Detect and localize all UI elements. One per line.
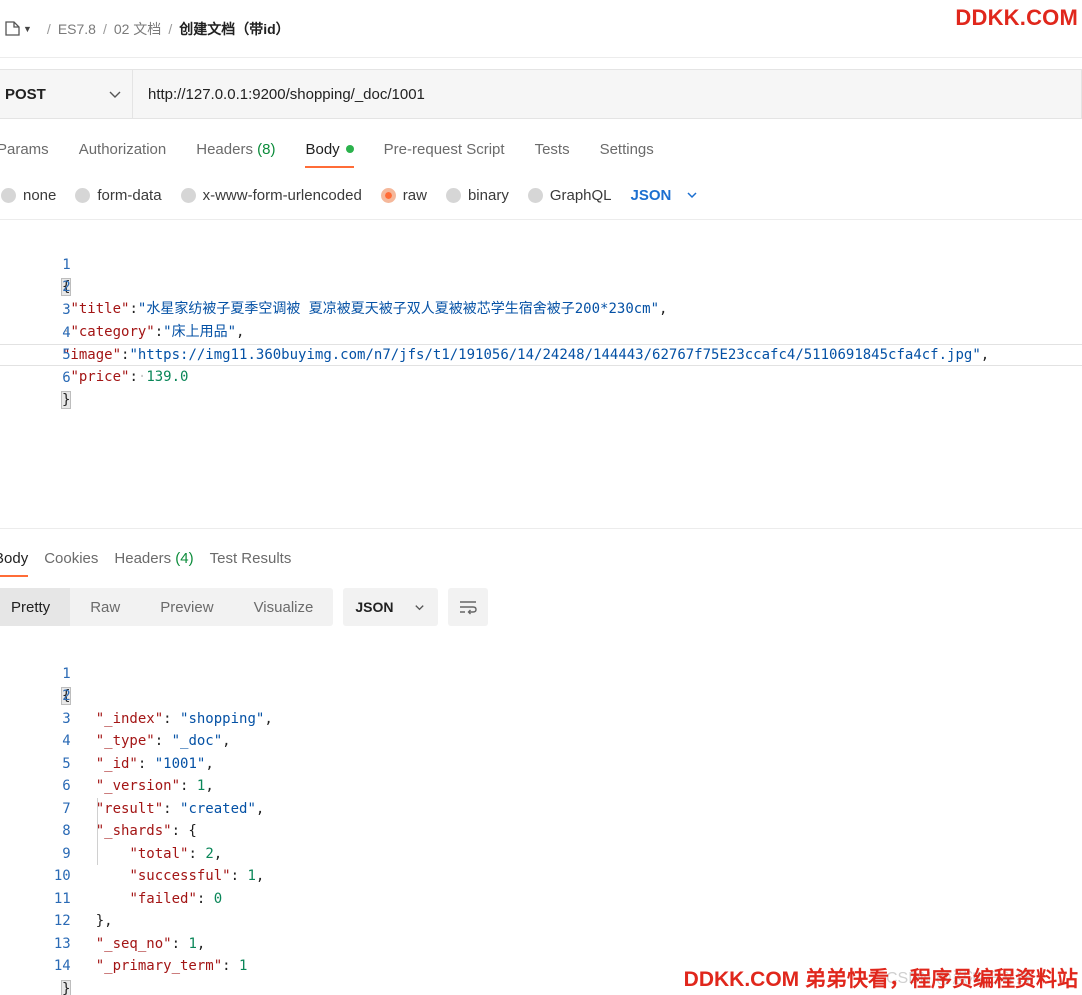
json-number-value: 1 [239, 958, 248, 974]
code-line: 9 "successful": 1, [0, 820, 1082, 885]
tab-params[interactable]: Params [0, 141, 49, 158]
method-label: POST [5, 85, 46, 103]
request-tabs: Params Authorization Headers (8) Body Pr… [0, 134, 684, 168]
tab-headers-label: Headers [196, 140, 253, 158]
code-line: 7 "_shards": { [0, 775, 1082, 840]
chevron-down-icon [687, 192, 697, 199]
json-key: "_primary_term" [95, 958, 223, 974]
json-key: "price" [70, 369, 130, 385]
response-format-label: JSON [355, 599, 394, 615]
tab-response-headers-label: Headers [114, 549, 172, 567]
tab-body-label: Body [305, 140, 340, 158]
radio-circle-selected [380, 187, 396, 203]
tab-response-body[interactable]: Body [0, 550, 29, 577]
request-body-editor[interactable]: 1 { 2 ·"title":"水星家纺被子夏季空调被 夏凉被夏天被子双人夏被被… [0, 219, 1082, 529]
code-line: 4 "_id": "1001", [0, 708, 1082, 772]
radio-graphql-label: GraphQL [549, 186, 612, 204]
code-line: 1 { [0, 640, 1082, 705]
body-type-options: none form-data x-www-form-urlencoded raw… [0, 182, 699, 208]
tab-settings[interactable]: Settings [600, 141, 654, 158]
radio-binary-label: binary [467, 186, 509, 204]
breadcrumb-item-es78[interactable]: ES7.8 [58, 21, 96, 37]
tab-body[interactable]: Body [305, 140, 354, 168]
breadcrumb-separator: / [46, 20, 51, 37]
view-preview[interactable]: Preview [140, 588, 233, 626]
response-tabs: Body Cookies Headers (4) Test Results [0, 543, 307, 577]
code-line: 8 "total": 2, [0, 798, 1082, 862]
code-line: 13 "_primary_term": 1 [0, 910, 1082, 975]
url-input[interactable]: http://127.0.0.1:9200/shopping/_doc/1001 [133, 86, 425, 103]
watermark-bottom: DDKK.COM 弟弟快看，程序员编程资料站 [683, 968, 1078, 991]
radio-circle [75, 187, 91, 203]
code-line: 12 "_seq_no": 1, [0, 888, 1082, 952]
method-select[interactable]: POST [0, 70, 133, 118]
body-indicator-dot [345, 144, 354, 153]
radio-none-label: none [23, 186, 57, 204]
tab-authorization[interactable]: Authorization [79, 141, 167, 158]
code-line: 2 ·"title":"水星家纺被子夏季空调被 夏凉被夏天被子双人夏被被芯学生宿… [0, 254, 1082, 317]
radio-circle [527, 187, 543, 203]
close-brace: } [60, 979, 72, 995]
breadcrumb-item-docs[interactable]: 02 文档 [114, 19, 161, 39]
tab-tests[interactable]: Tests [535, 141, 570, 158]
watermark-top: DDKK.COM [955, 5, 1078, 30]
view-raw[interactable]: Raw [70, 588, 140, 626]
code-line: 3 ·"category":"床上用品", [0, 277, 1082, 340]
body-format-label: JSON [630, 186, 672, 204]
radio-raw-label: raw [402, 186, 427, 204]
breadcrumb-separator: / [168, 20, 173, 37]
body-format-select[interactable]: JSON [631, 187, 700, 204]
line-number: 6 [62, 370, 71, 386]
code-line-active: 6 } [0, 344, 1082, 409]
wrap-lines-icon [460, 601, 478, 615]
chevron-down-icon [415, 604, 425, 610]
radio-graphql[interactable]: GraphQL [527, 186, 612, 204]
tab-prerequest-script[interactable]: Pre-request Script [384, 141, 505, 158]
radio-circle [1, 187, 16, 203]
radio-urlencoded[interactable]: x-www-form-urlencoded [180, 186, 362, 204]
radio-urlencoded-label: x-www-form-urlencoded [202, 186, 362, 204]
radio-binary[interactable]: binary [445, 186, 509, 204]
response-view-bar: Pretty Raw Preview Visualize JSON [0, 588, 489, 626]
code-line: 3 "_type": "_doc", [0, 685, 1082, 750]
caret-down-icon[interactable]: ▼ [23, 24, 32, 34]
tab-test-results[interactable]: Test Results [210, 550, 292, 567]
tab-headers[interactable]: Headers (8) [196, 141, 275, 158]
radio-none[interactable]: none [0, 187, 56, 204]
code-line: 11 }, [0, 865, 1082, 930]
radio-raw[interactable]: raw [380, 186, 427, 204]
radio-form-data-label: form-data [97, 186, 162, 204]
url-bar: POST http://127.0.0.1:9200/shopping/_doc… [0, 69, 1082, 119]
radio-circle [180, 187, 196, 203]
response-headers-count: (4) [175, 549, 194, 567]
code-line: 1 { [0, 232, 1082, 296]
line-number: 14 [53, 958, 71, 974]
code-line: 4 "image":"https://img11.360buyimg.com/n… [0, 300, 1082, 363]
response-format-select[interactable]: JSON [343, 588, 439, 626]
code-line: 5 ·"price":·139.0 [0, 322, 1082, 385]
view-visualize[interactable]: Visualize [234, 588, 334, 626]
code-line: 5 "_version": 1, [0, 730, 1082, 795]
wrap-lines-button[interactable] [448, 588, 489, 626]
code-line: 14 } [0, 933, 1082, 995]
collection-icon[interactable] [4, 20, 21, 37]
close-brace: } [60, 391, 72, 409]
code-line: 2 "_index": "shopping", [0, 663, 1082, 727]
radio-circle [445, 187, 461, 203]
view-mode-segmented: Pretty Raw Preview Visualize [0, 588, 334, 626]
radio-form-data[interactable]: form-data [75, 186, 162, 204]
breadcrumb: ▼ / ES7.8 / 02 文档 / 创建文档（带id） [0, 0, 1082, 58]
view-pretty[interactable]: Pretty [0, 588, 71, 626]
tab-cookies[interactable]: Cookies [44, 550, 98, 567]
code-line: 10 "failed": 0 [0, 843, 1082, 907]
chevron-down-icon [109, 91, 121, 98]
tab-response-headers[interactable]: Headers (4) [114, 550, 193, 567]
code-line: 6 "result": "created", [0, 753, 1082, 817]
json-number-value: 139.0 [146, 369, 189, 385]
request-name[interactable]: 创建文档（带id） [179, 19, 289, 39]
headers-count: (8) [257, 140, 276, 158]
breadcrumb-separator: / [102, 20, 107, 37]
